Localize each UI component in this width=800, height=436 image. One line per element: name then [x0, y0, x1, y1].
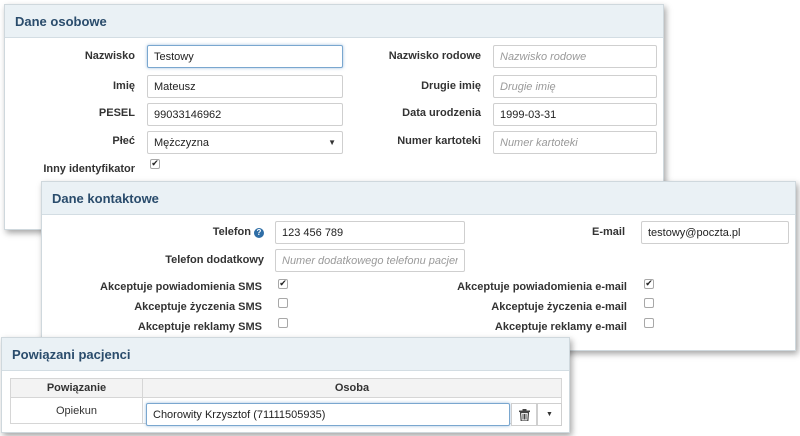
relation-cell: Opiekun	[10, 397, 143, 424]
sex-select[interactable]: Mężczyzna ▼	[147, 131, 343, 154]
email-notifications-checkbox[interactable]: ✔	[644, 279, 654, 289]
delete-button[interactable]	[511, 403, 537, 426]
help-icon[interactable]: ?	[254, 228, 264, 238]
sex-select-value: Mężczyzna	[154, 136, 210, 149]
extra-phone-label: Telefon dodatkowy	[165, 254, 264, 266]
related-patients-header: Powiązani pacjenci	[2, 338, 569, 371]
relation-column-header: Powiązanie	[10, 378, 143, 398]
sms-notifications-label: Akceptuje powiadomienia SMS	[100, 281, 262, 293]
phone-input[interactable]	[275, 221, 465, 244]
email-ads-checkbox[interactable]	[644, 318, 654, 328]
trash-icon	[518, 408, 530, 421]
select-caret-icon: ▼	[328, 138, 336, 147]
related-patients-panel: Powiązani pacjenci Powiązanie Osoba Opie…	[1, 337, 570, 433]
extra-phone-input[interactable]	[275, 249, 465, 272]
other-id-label: Inny identyfikator	[43, 163, 135, 175]
contact-data-title: Dane kontaktowe	[52, 190, 159, 206]
person-input[interactable]: Chorowity Krzysztof (71111505935)	[146, 403, 510, 426]
first-name-label: Imię	[112, 80, 135, 92]
email-wishes-checkbox[interactable]	[644, 298, 654, 308]
contact-data-header: Dane kontaktowe	[42, 182, 795, 215]
personal-data-title: Dane osobowe	[15, 13, 107, 29]
family-name-input[interactable]	[493, 45, 657, 68]
sms-wishes-checkbox[interactable]	[278, 298, 288, 308]
surname-input[interactable]	[147, 45, 343, 68]
pesel-input[interactable]	[147, 103, 343, 126]
email-notifications-label: Akceptuje powiadomienia e-mail	[457, 281, 627, 293]
sex-label: Płeć	[112, 135, 135, 147]
birth-date-label: Data urodzenia	[402, 107, 481, 119]
second-name-input[interactable]	[493, 75, 657, 98]
email-input[interactable]	[641, 221, 789, 244]
card-number-input[interactable]	[493, 131, 657, 154]
other-id-checkbox[interactable]: ✔	[150, 159, 160, 169]
dropdown-button[interactable]: ▼	[537, 403, 562, 426]
phone-label: Telefon	[212, 226, 251, 238]
person-value: Chorowity Krzysztof (71111505935)	[153, 408, 326, 421]
second-name-label: Drugie imię	[421, 80, 481, 92]
sms-notifications-checkbox[interactable]: ✔	[278, 279, 288, 289]
birth-date-input[interactable]	[493, 103, 657, 126]
sms-ads-checkbox[interactable]	[278, 318, 288, 328]
contact-data-panel: Dane kontaktowe Telefon? Telefon dodatko…	[41, 181, 796, 351]
phone-label-wrap: Telefon?	[213, 226, 264, 238]
email-wishes-label: Akceptuje życzenia e-mail	[491, 301, 627, 313]
personal-data-header: Dane osobowe	[5, 5, 663, 38]
family-name-label: Nazwisko rodowe	[388, 50, 481, 62]
email-ads-label: Akceptuje reklamy e-mail	[494, 321, 627, 333]
sms-wishes-label: Akceptuje życzenia SMS	[134, 301, 262, 313]
related-patients-title: Powiązani pacjenci	[12, 346, 131, 362]
chevron-down-icon: ▼	[546, 411, 553, 418]
pesel-label: PESEL	[98, 107, 135, 119]
card-number-label: Numer kartoteki	[397, 135, 481, 147]
person-column-header: Osoba	[142, 378, 562, 398]
sms-ads-label: Akceptuje reklamy SMS	[137, 321, 262, 333]
email-label: E-mail	[591, 226, 625, 238]
surname-label: Nazwisko	[84, 50, 135, 62]
first-name-input[interactable]	[147, 75, 343, 98]
